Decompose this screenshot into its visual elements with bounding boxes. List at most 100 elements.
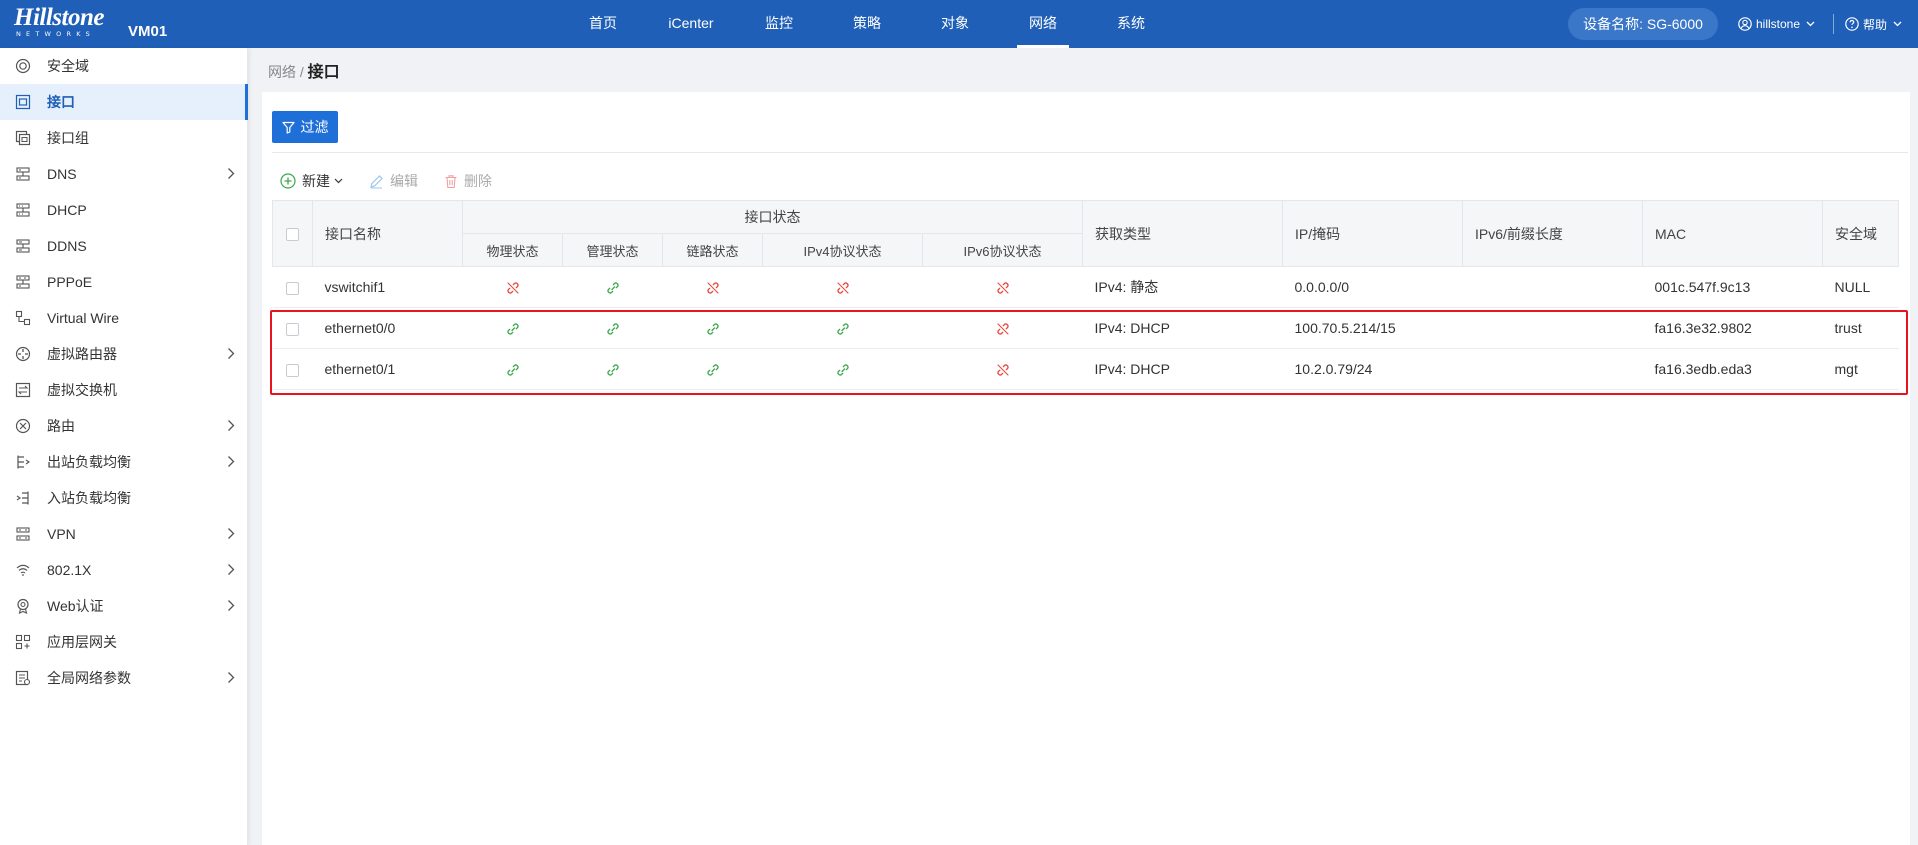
sidebar-item-label: 虚拟交换机 <box>47 382 117 398</box>
sidebar-item-global-params[interactable]: 全局网络参数 <box>0 660 247 696</box>
sidebar-item-label: 全局网络参数 <box>47 670 131 686</box>
route-icon <box>14 417 32 435</box>
sidebar-item-dhcp[interactable]: DHCP <box>0 192 247 228</box>
dhcp-icon <box>14 201 32 219</box>
sidebar-item-label: 安全域 <box>47 58 89 74</box>
sidebar-item-interface[interactable]: 接口 <box>0 84 248 120</box>
chevron-down-icon <box>334 178 343 184</box>
cell-zone: mgt <box>1822 348 1899 390</box>
col-type[interactable]: 获取类型 <box>1082 200 1283 267</box>
select-all-checkbox[interactable] <box>286 228 299 242</box>
nav-object[interactable]: 对象 <box>911 0 999 48</box>
col-ipv4[interactable]: IPv4协议状态 <box>762 233 923 267</box>
chevron-right-icon <box>228 456 235 467</box>
col-zone[interactable]: 安全域 <box>1822 200 1899 267</box>
sidebar-item-virtual-wire[interactable]: Virtual Wire <box>0 300 247 336</box>
sidebar-item-label: 应用层网关 <box>47 634 117 650</box>
filter-icon <box>281 121 295 134</box>
new-button[interactable]: 新建 <box>280 171 343 191</box>
sidebar-item-virtual-router[interactable]: 虚拟路由器 <box>0 336 247 372</box>
cell-ipv6 <box>1462 307 1643 349</box>
delete-button[interactable]: 删除 <box>444 171 492 191</box>
link-up-icon <box>836 323 849 335</box>
toolbar: 新建 编辑 删除 <box>280 166 518 196</box>
sidebar-item-label: DHCP <box>47 202 87 218</box>
sidebar-item-inbound-lb[interactable]: 入站负载均衡 <box>0 480 247 516</box>
alg-icon <box>14 633 32 651</box>
row-checkbox[interactable] <box>286 322 299 336</box>
user-name: hillstone <box>1756 17 1801 31</box>
col-link[interactable]: 链路状态 <box>662 233 763 267</box>
sidebar-item-alg[interactable]: 应用层网关 <box>0 624 247 660</box>
add-circle-icon <box>280 173 296 189</box>
virtual-switch-icon <box>14 381 32 399</box>
sidebar-item-label: 接口 <box>47 94 75 110</box>
col-ipv6prefix[interactable]: IPv6/前缀长度 <box>1462 200 1643 267</box>
nav-home[interactable]: 首页 <box>559 0 647 48</box>
filter-button[interactable]: 过滤 <box>272 111 338 143</box>
col-name[interactable]: 接口名称 <box>312 200 463 267</box>
cell-physical-status <box>462 348 563 390</box>
nav-icenter[interactable]: iCenter <box>647 0 735 48</box>
link-down-icon <box>996 323 1009 335</box>
chevron-right-icon <box>228 168 235 179</box>
sidebar-item-ddns[interactable]: DDNS <box>0 228 247 264</box>
filter-label: 过滤 <box>300 119 329 135</box>
sidebar-item-dns[interactable]: DNS <box>0 156 247 192</box>
nav-policy[interactable]: 策略 <box>823 0 911 48</box>
sidebar-item-web-auth[interactable]: Web认证 <box>0 588 247 624</box>
nav-network[interactable]: 网络 <box>999 0 1087 48</box>
cell-ip: 100.70.5.214/15 <box>1282 307 1463 349</box>
cell-link-status <box>662 348 763 390</box>
breadcrumb-separator: / <box>299 64 304 80</box>
row-checkbox[interactable] <box>286 363 299 377</box>
sidebar-item-route[interactable]: 路由 <box>0 408 247 444</box>
row-checkbox[interactable] <box>286 281 299 295</box>
cell-mac: fa16.3edb.eda3 <box>1642 348 1823 390</box>
sidebar-item-outbound-lb[interactable]: 出站负载均衡 <box>0 444 247 480</box>
content-panel: 过滤 新建 编辑 删除 接口名称 接口状态 获取类型 IP/掩码 IPv6/前缀… <box>262 92 1910 845</box>
col-admin[interactable]: 管理状态 <box>562 233 663 267</box>
sidebar-item-interface-group[interactable]: 接口组 <box>0 120 247 156</box>
table-row[interactable]: vswitchif1 IPv4: 静态 0.0.0.0/0 001c.547f.9c1… <box>272 266 1899 308</box>
table-row[interactable]: ethernet0/1 IPv4: DHCP 10.2.0.79/24 fa16.3e… <box>272 348 1899 390</box>
breadcrumb-parent[interactable]: 网络 <box>268 64 296 80</box>
col-ip[interactable]: IP/掩码 <box>1282 200 1463 267</box>
cell-admin-status <box>562 348 663 390</box>
hillstone-logo[interactable]: Hillstone NETWORKS <box>14 5 124 42</box>
sidebar-item-label: Virtual Wire <box>47 310 120 326</box>
sidebar-item-dot1x[interactable]: 802.1X <box>0 552 247 588</box>
cell-name: vswitchif1 <box>312 266 463 308</box>
edit-button[interactable]: 编辑 <box>369 171 418 191</box>
nav-monitor[interactable]: 监控 <box>735 0 823 48</box>
col-mac[interactable]: MAC <box>1642 200 1823 267</box>
sidebar-item-zone[interactable]: 安全域 <box>0 48 247 84</box>
sidebar: 安全域 接口 接口组 DNS DHCP DDNS PPPoE Virtual W… <box>0 48 248 845</box>
header-divider <box>1833 14 1834 34</box>
cell-ipv4-status <box>762 307 923 349</box>
link-down-icon <box>706 282 719 294</box>
nav-system[interactable]: 系统 <box>1087 0 1175 48</box>
cell-physical-status <box>462 307 563 349</box>
user-menu[interactable]: hillstone <box>1738 0 1819 48</box>
breadcrumb-current: 接口 <box>307 64 340 81</box>
cell-ipv6-status <box>922 266 1083 308</box>
sidebar-item-vpn[interactable]: VPN <box>0 516 247 552</box>
col-ipv6[interactable]: IPv6协议状态 <box>922 233 1083 267</box>
sidebar-item-label: VPN <box>47 526 76 542</box>
sidebar-item-pppoe[interactable]: PPPoE <box>0 264 247 300</box>
sidebar-item-virtual-switch[interactable]: 虚拟交换机 <box>0 372 247 408</box>
help-menu[interactable]: 帮助 <box>1845 0 1906 48</box>
col-physical[interactable]: 物理状态 <box>462 233 563 267</box>
table-row[interactable]: ethernet0/0 IPv4: DHCP 100.70.5.214/15 fa16… <box>272 307 1899 349</box>
cell-zone: trust <box>1822 307 1899 349</box>
interface-table: 接口名称 接口状态 获取类型 IP/掩码 IPv6/前缀长度 MAC 安全域 物… <box>272 200 1899 390</box>
cell-type: IPv4: DHCP <box>1082 348 1283 390</box>
device-name-badge: 设备名称: SG-6000 <box>1568 8 1718 40</box>
interface-group-icon <box>14 129 32 147</box>
sidebar-item-label: DDNS <box>47 238 87 254</box>
chevron-down-icon <box>1893 21 1902 27</box>
sidebar-item-label: DNS <box>47 166 77 182</box>
pppoe-icon <box>14 273 32 291</box>
breadcrumb: 网络 / 接口 <box>268 58 340 82</box>
